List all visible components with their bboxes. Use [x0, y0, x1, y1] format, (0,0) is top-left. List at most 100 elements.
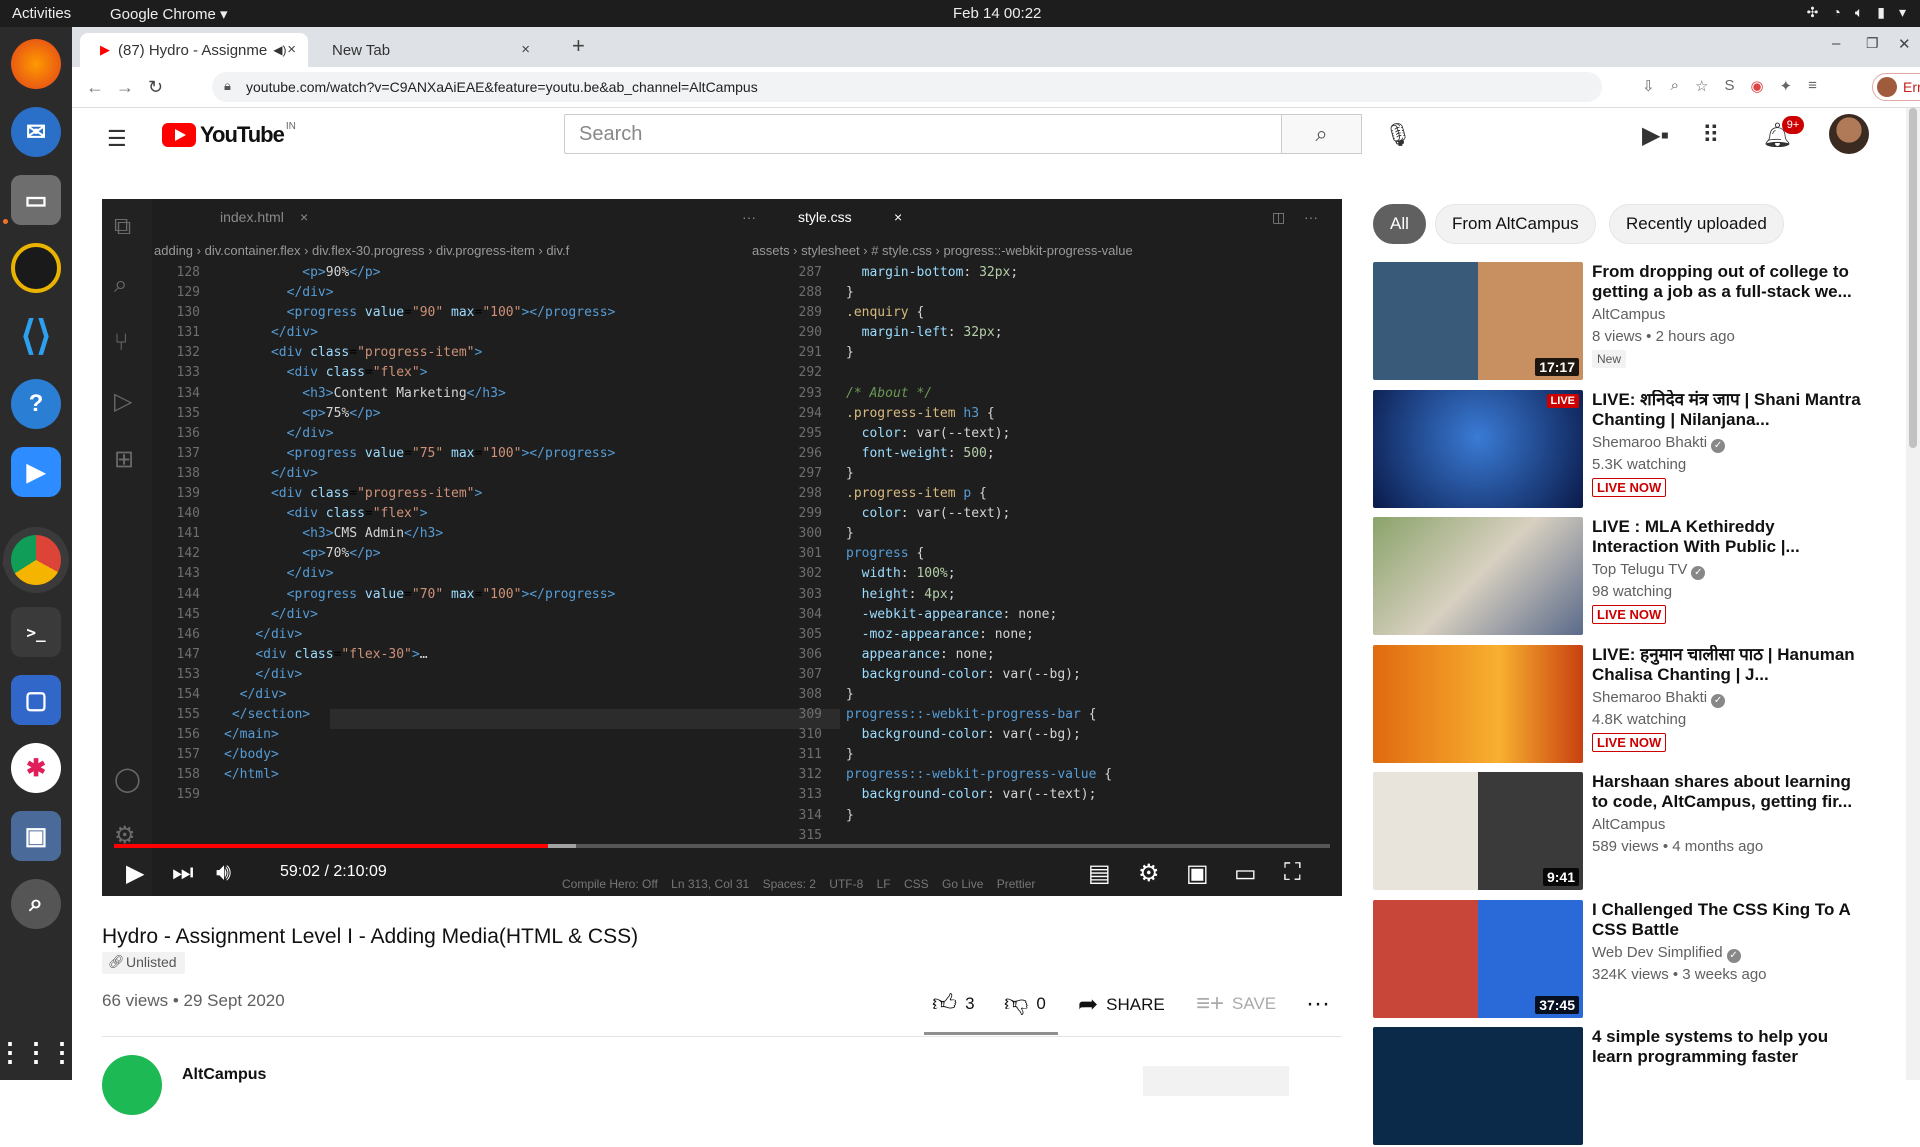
recommendation-item[interactable]: 37:45 I Challenged The CSS King To A CSS…: [1373, 900, 1873, 1020]
channel-name[interactable]: Web Dev Simplified ✓: [1592, 944, 1741, 963]
next-icon[interactable]: ⏭︎: [172, 859, 194, 887]
vscode-icon[interactable]: ⟨⟩: [11, 311, 61, 361]
tab-close-icon[interactable]: ×: [521, 41, 530, 58]
miniplayer-icon[interactable]: ▣: [1186, 859, 1209, 888]
recommendation-item[interactable]: LIVE : MLA Kethireddy Interaction With P…: [1373, 517, 1873, 637]
clock[interactable]: Feb 14 00:22: [953, 5, 1041, 22]
play-icon[interactable]: ▶: [126, 859, 144, 888]
search-input[interactable]: Search: [564, 114, 1282, 154]
channel-name[interactable]: AltCampus: [1592, 306, 1665, 323]
extension-s-icon[interactable]: S: [1724, 77, 1734, 95]
video-thumbnail[interactable]: 17:17: [1373, 262, 1583, 380]
search-button[interactable]: ⌕: [1282, 114, 1362, 154]
voice-search-icon[interactable]: 🎙︎: [1384, 122, 1412, 148]
recommendation-item[interactable]: 4 simple systems to help you learn progr…: [1373, 1027, 1873, 1147]
video-thumbnail[interactable]: [1373, 517, 1583, 635]
files-icon[interactable]: ▭: [11, 175, 61, 225]
youtube-logo[interactable]: YouTube IN: [162, 121, 296, 148]
zoom-icon[interactable]: ⌕: [1671, 77, 1679, 95]
more-actions-button[interactable]: ···: [1306, 990, 1330, 1018]
reload-icon[interactable]: ↻: [148, 77, 163, 98]
video-progress-bar[interactable]: [114, 844, 1330, 848]
lock-icon[interactable]: 🔒︎: [224, 78, 231, 94]
page-scrollbar[interactable]: [1906, 108, 1920, 1080]
channel-avatar[interactable]: [102, 1055, 162, 1115]
video-title[interactable]: LIVE: शनिदेव मंत्र जाप | Shani Mantra Ch…: [1592, 390, 1862, 430]
recommendation-item[interactable]: LIVE: हनुमान चालीसा पाठ | Hanuman Chalis…: [1373, 645, 1873, 765]
close-window-button[interactable]: ✕: [1898, 35, 1911, 53]
video-player[interactable]: ⧉ ⌕ ⑂ ▷ ⊞ ◯ ⚙ index.html × ··· style.css…: [102, 199, 1342, 896]
system-tray[interactable]: ✣ ◔ 🔈︎ ▮ ▾: [1807, 4, 1906, 21]
scrollbar-thumb[interactable]: [1909, 108, 1917, 448]
dislike-button[interactable]: 👎︎ 0: [1004, 990, 1046, 1018]
install-icon[interactable]: ⇩: [1642, 77, 1655, 95]
channel-name[interactable]: AltCampus: [182, 1066, 266, 1084]
rhythmbox-icon[interactable]: [11, 243, 61, 293]
chrome-icon[interactable]: [11, 535, 61, 585]
minimize-button[interactable]: –: [1832, 35, 1840, 52]
new-tab-button[interactable]: +: [572, 33, 585, 59]
like-button[interactable]: 👍︎ 3: [932, 990, 975, 1018]
address-bar[interactable]: 🔒︎ youtube.com/watch?v=C9ANXaAiEAE&featu…: [212, 72, 1602, 102]
video-thumbnail[interactable]: [1373, 645, 1583, 763]
profile-error-button[interactable]: Error: [1872, 73, 1920, 101]
video-thumbnail[interactable]: 9:41: [1373, 772, 1583, 890]
channel-name[interactable]: Shemaroo Bhakti ✓: [1592, 434, 1726, 453]
create-video-icon[interactable]: ▶▪: [1642, 121, 1669, 150]
zoom-icon[interactable]: ▶: [11, 447, 61, 497]
apps-grid-icon[interactable]: ⠿: [1702, 121, 1720, 150]
chip-from-altcampus[interactable]: From AltCampus: [1435, 204, 1596, 244]
screenshot-icon[interactable]: ▢: [11, 675, 61, 725]
puzzle-icon[interactable]: ✦: [1780, 77, 1793, 95]
fullscreen-icon[interactable]: ⛶: [1284, 859, 1301, 887]
reading-list-icon[interactable]: ≡: [1808, 77, 1817, 95]
recommendation-item[interactable]: 9:41 Harshaan shares about learning to c…: [1373, 772, 1873, 892]
restore-button[interactable]: ❐: [1866, 35, 1879, 52]
new-badge: New: [1592, 350, 1627, 368]
video-title[interactable]: I Challenged The CSS King To A CSS Battl…: [1592, 900, 1862, 940]
screen-recorder-icon[interactable]: ▣: [11, 811, 61, 861]
share-button[interactable]: ➦ SHARE: [1078, 990, 1165, 1019]
subtitles-icon[interactable]: ▤: [1088, 859, 1111, 888]
recommendation-item[interactable]: LIVE LIVE: शनिदेव मंत्र जाप | Shani Mant…: [1373, 390, 1873, 510]
tab-youtube[interactable]: ▶ (87) Hydro - Assignme ◀) ×: [80, 33, 308, 67]
settings-icon[interactable]: ⚙: [1138, 859, 1160, 888]
firefox-icon[interactable]: [11, 39, 61, 89]
video-title[interactable]: LIVE: हनुमान चालीसा पाठ | Hanuman Chalis…: [1592, 645, 1862, 685]
forward-icon[interactable]: →: [116, 77, 134, 98]
tab-new-tab[interactable]: New Tab ×: [312, 33, 542, 67]
account-avatar[interactable]: [1829, 114, 1869, 154]
magnifier-icon[interactable]: ⌕: [11, 879, 61, 929]
help-icon[interactable]: ?: [11, 379, 61, 429]
chip-all[interactable]: All: [1373, 204, 1426, 244]
video-thumbnail[interactable]: [1373, 1027, 1583, 1145]
color-extension-icon[interactable]: ◉: [1750, 77, 1763, 95]
video-title[interactable]: Harshaan shares about learning to code, …: [1592, 772, 1862, 812]
app-menu[interactable]: Google Chrome ▾: [110, 5, 228, 23]
channel-name[interactable]: AltCampus: [1592, 816, 1665, 833]
video-thumbnail[interactable]: 37:45: [1373, 900, 1583, 1018]
channel-name[interactable]: Top Telugu TV ✓: [1592, 561, 1706, 580]
save-button[interactable]: ≡+ SAVE: [1196, 990, 1276, 1018]
bookmark-star-icon[interactable]: ☆: [1695, 77, 1708, 95]
video-title[interactable]: 4 simple systems to help you learn progr…: [1592, 1027, 1862, 1067]
activities-button[interactable]: Activities: [12, 5, 71, 22]
tab-close-icon[interactable]: ×: [287, 41, 296, 58]
video-thumbnail[interactable]: LIVE: [1373, 390, 1583, 508]
recommendation-item[interactable]: 17:17 From dropping out of college to ge…: [1373, 262, 1873, 382]
volume-icon[interactable]: 🔊︎: [216, 859, 231, 887]
show-apps-icon[interactable]: ⋮⋮⋮: [0, 1027, 75, 1077]
hamburger-menu-icon[interactable]: ☰: [107, 126, 131, 152]
theater-mode-icon[interactable]: ▭: [1234, 859, 1257, 888]
back-icon[interactable]: ←: [86, 77, 104, 98]
slack-icon[interactable]: ✱: [11, 743, 61, 793]
terminal-icon[interactable]: >_: [11, 607, 61, 657]
duration-badge: 37:45: [1535, 996, 1579, 1014]
audio-icon[interactable]: ◀): [273, 43, 286, 57]
chip-recently-uploaded[interactable]: Recently uploaded: [1609, 204, 1784, 244]
thunderbird-icon[interactable]: ✉: [11, 107, 61, 157]
subscribe-button[interactable]: [1143, 1066, 1289, 1096]
video-title[interactable]: From dropping out of college to getting …: [1592, 262, 1862, 302]
video-title[interactable]: LIVE : MLA Kethireddy Interaction With P…: [1592, 517, 1862, 557]
channel-name[interactable]: Shemaroo Bhakti ✓: [1592, 689, 1726, 708]
